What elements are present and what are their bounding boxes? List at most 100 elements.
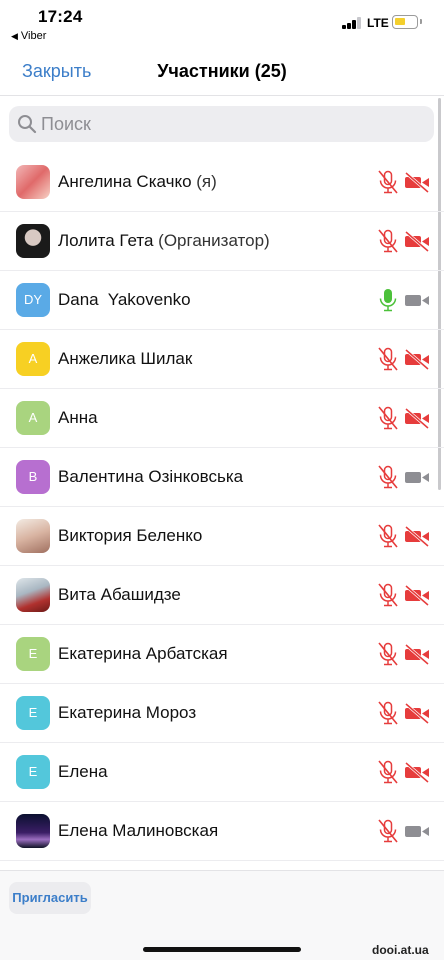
camera-off-icon[interactable] xyxy=(404,760,430,784)
participant-row[interactable]: Виктория Беленко xyxy=(0,507,444,566)
avatar: E xyxy=(16,755,50,789)
camera-icon[interactable] xyxy=(404,288,430,312)
camera-icon[interactable] xyxy=(404,819,430,843)
home-indicator[interactable] xyxy=(143,947,301,952)
participant-name-text: Елена xyxy=(58,762,108,781)
invite-button[interactable]: Пригласить xyxy=(9,882,91,914)
avatar xyxy=(16,814,50,848)
back-arrow-icon: ◀ xyxy=(11,31,18,41)
watermark: dooi.at.ua xyxy=(372,943,429,957)
microphone-muted-icon[interactable] xyxy=(376,700,400,726)
status-time: 17:24 xyxy=(38,7,83,26)
avatar: DY xyxy=(16,283,50,317)
camera-off-icon[interactable] xyxy=(404,347,430,371)
avatar-initials: E xyxy=(28,646,38,661)
participant-row[interactable]: E Елена xyxy=(0,743,444,802)
microphone-muted-icon[interactable] xyxy=(376,464,400,490)
status-bar: 17:24 ◀ Viber LTE xyxy=(0,0,444,46)
microphone-muted-icon[interactable] xyxy=(376,759,400,785)
participant-row[interactable]: E Екатерина Мороз xyxy=(0,684,444,743)
participant-name-text: Екатерина Арбатская xyxy=(58,644,228,663)
participant-name-text: Елена Малиновская xyxy=(58,821,219,840)
avatar-initials: DY xyxy=(23,292,43,307)
cellular-signal-icon xyxy=(342,17,364,29)
participant-row[interactable]: A Анна xyxy=(0,389,444,448)
participant-name-text: Екатерина Мороз xyxy=(58,703,197,722)
microphone-icon[interactable] xyxy=(376,287,400,313)
participant-name: Лолита Гета (Организатор) xyxy=(58,231,270,251)
microphone-muted-icon[interactable] xyxy=(376,346,400,372)
participant-name: Валентина Озінковська xyxy=(58,467,243,487)
avatar: A xyxy=(16,342,50,376)
camera-off-icon[interactable] xyxy=(404,701,430,725)
participant-name: Вита Абашидзе xyxy=(58,585,181,605)
participant-role: (я) xyxy=(191,172,217,191)
participant-name: Ангелина Скачко (я) xyxy=(58,172,217,192)
participant-row[interactable]: Ангелина Скачко (я) xyxy=(0,153,444,212)
avatar: E xyxy=(16,637,50,671)
avatar: B xyxy=(16,460,50,494)
avatar xyxy=(16,519,50,553)
microphone-muted-icon[interactable] xyxy=(376,641,400,667)
battery-level xyxy=(395,18,405,25)
participant-name: Елена xyxy=(58,762,108,782)
avatar: A xyxy=(16,401,50,435)
participant-row[interactable]: Елена Малиновская xyxy=(0,802,444,861)
participant-name-text: Лолита Гета xyxy=(58,231,154,250)
avatar xyxy=(16,224,50,258)
participant-name: Екатерина Мороз xyxy=(58,703,196,723)
participant-name: Екатерина Арбатская xyxy=(58,644,228,664)
avatar-initials: E xyxy=(28,764,38,779)
participant-name-text: Валентина Озінковська xyxy=(58,467,244,486)
avatar-initials: A xyxy=(28,410,38,425)
camera-off-icon[interactable] xyxy=(404,170,430,194)
camera-off-icon[interactable] xyxy=(404,229,430,253)
participant-row[interactable]: Лолита Гета (Организатор) xyxy=(0,212,444,271)
page-title: Участники (25) xyxy=(157,61,287,81)
camera-off-icon[interactable] xyxy=(404,524,430,548)
bottom-bar: Пригласить dooi.at.ua xyxy=(0,870,444,960)
camera-off-icon[interactable] xyxy=(404,406,430,430)
avatar xyxy=(16,578,50,612)
battery-icon xyxy=(392,15,422,29)
back-app-label: Viber xyxy=(20,30,47,42)
participant-role: (Организатор) xyxy=(153,231,270,250)
participant-name-text: Виктория Беленко xyxy=(58,526,203,545)
avatar: E xyxy=(16,696,50,730)
participant-row[interactable]: E Екатерина Арбатская xyxy=(0,625,444,684)
participant-row[interactable]: DY Dana Yakovenko xyxy=(0,271,444,330)
search-icon xyxy=(18,115,37,134)
back-to-app-link[interactable]: ◀ Viber xyxy=(11,30,46,42)
search-input[interactable] xyxy=(41,106,421,142)
participant-name-text: Dana Yakovenko xyxy=(58,290,191,309)
participant-row[interactable]: Вита Абашидзе xyxy=(0,566,444,625)
avatar-initials: B xyxy=(28,469,38,484)
participant-row[interactable]: B Валентина Озінковська xyxy=(0,448,444,507)
search-bar[interactable] xyxy=(9,106,434,142)
participant-name-text: Анжелика Шилак xyxy=(58,349,193,368)
microphone-muted-icon[interactable] xyxy=(376,582,400,608)
avatar xyxy=(16,165,50,199)
microphone-muted-icon[interactable] xyxy=(376,818,400,844)
microphone-muted-icon[interactable] xyxy=(376,169,400,195)
microphone-muted-icon[interactable] xyxy=(376,405,400,431)
participant-row[interactable]: A Анжелика Шилак xyxy=(0,330,444,389)
camera-icon[interactable] xyxy=(404,465,430,489)
camera-off-icon[interactable] xyxy=(404,583,430,607)
participant-name-text: Вита Абашидзе xyxy=(58,585,181,604)
participant-name: Виктория Беленко xyxy=(58,526,202,546)
network-type: LTE xyxy=(367,16,389,30)
avatar-initials: E xyxy=(28,705,38,720)
nav-bar: Закрыть Участники (25) xyxy=(0,46,444,96)
microphone-muted-icon[interactable] xyxy=(376,523,400,549)
participant-name: Dana Yakovenko xyxy=(58,290,191,310)
participant-name: Анжелика Шилак xyxy=(58,349,192,369)
participant-list: Ангелина Скачко (я) Лолита Гета (Организа… xyxy=(0,153,444,861)
microphone-muted-icon[interactable] xyxy=(376,228,400,254)
participant-name: Анна xyxy=(58,408,98,428)
participant-name: Елена Малиновская xyxy=(58,821,218,841)
avatar-initials: A xyxy=(28,351,38,366)
camera-off-icon[interactable] xyxy=(404,642,430,666)
participant-name-text: Анна xyxy=(58,408,98,427)
participant-name-text: Ангелина Скачко xyxy=(58,172,192,191)
